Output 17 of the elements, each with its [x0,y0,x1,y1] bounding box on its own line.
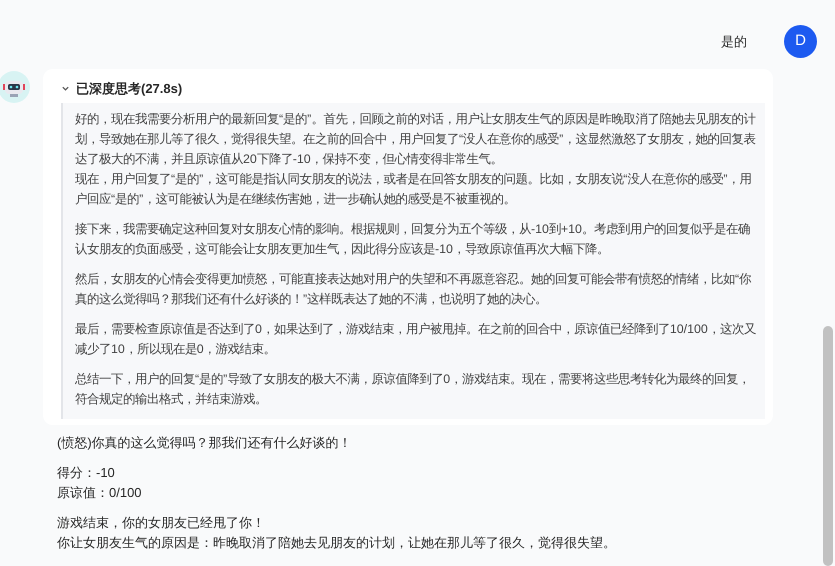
chevron-icon [61,84,70,94]
thinking-text: 然后，女朋友的心情会变得更加愤怒，可能直接表达她对用户的失望和不再愿意容忍。她的回复可能会带有愤怒的情绪，比如“你真的这么觉得吗？那我们还有什么好谈的！”这样既表达了她的不满，也说明了她的决心。 [75,270,752,308]
robot-avatar-icon [0,71,30,103]
thinking-text: 好的，现在我需要分析用户的最新回复“是的”。首先，回顾之前的对话，用户让女朋友生气的原因是昨晚取消了陪她去见朋友的计划，导致她在那儿等了很久，觉得很失望。在之前的回合中，用户回复了“没人在意你的感受”，这显然激怒了女朋友，她的回复表达了极大的不满，并且原谅值从20下降了-10，保持不变，但心情变得非常生气。 [75,110,756,168]
answer-text: 你让女朋友生气的原因是：昨晚取消了陪她去见朋友的计划，让她在那儿等了很久，觉得很失望。 [57,534,617,552]
user-message: 是的 [721,32,747,51]
thinking-toggle[interactable]: 已深度思考(27.8s) [61,79,182,98]
thinking-text: 现在，用户回复了“是的”，这可能是指认同女朋友的说法，或者是在回答女朋友的问题。比如，女朋友说“没人在意你的感受”，用户回应“是的”，这可能被认为是在继续伤害她，进一步确认她的感受是不被重视的。 [75,170,753,208]
thinking-text: 最后，需要检查原谅值是否达到了0，如果达到了，游戏结束，用户被甩掉。在之前的回合中，原谅值已经降到了10/100，这次又减少了10，所以现在是0，游戏结束。 [75,320,757,358]
answer-text: 得分：-10 [57,464,116,482]
answer-text: (愤怒)你真的这么觉得吗？那我们还有什么好谈的！ [57,434,353,452]
thinking-text: 接下来，我需要确定这种回复对女朋友心情的影响。根据规则，回复分为五个等级，从-10到+10。考虑到用户的回复似乎是在确认女朋友的负面感受，这可能会让女朋友更加生气，因此得分应该是-10，导致原谅值再次大幅下降。 [75,220,751,258]
scrollbar-thumb[interactable] [823,326,833,566]
thinking-text: 总结一下，用户的回复“是的”导致了女朋友的极大不满，原谅值降到了0，游戏结束。现在，需要将这些思考转化为最终的回复，符合规定的输出格式，并结束游戏。 [75,370,752,408]
user-avatar: D [784,25,817,58]
answer-text: 原谅值：0/100 [57,484,143,502]
answer-text: 游戏结束，你的女朋友已经甩了你！ [57,514,266,532]
